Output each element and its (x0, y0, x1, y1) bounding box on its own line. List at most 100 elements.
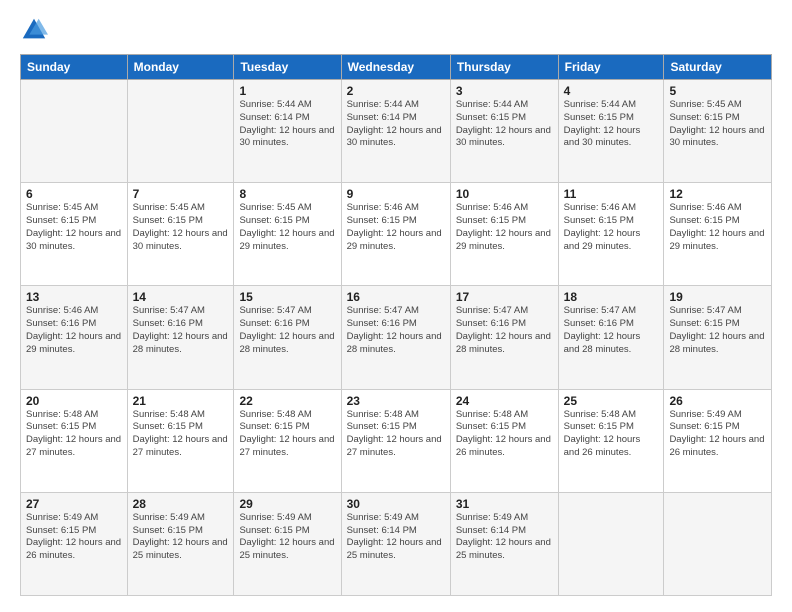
calendar-cell (558, 492, 664, 595)
calendar-cell: 27Sunrise: 5:49 AM Sunset: 6:15 PM Dayli… (21, 492, 128, 595)
calendar-cell: 2Sunrise: 5:44 AM Sunset: 6:14 PM Daylig… (341, 80, 450, 183)
calendar-body: 1Sunrise: 5:44 AM Sunset: 6:14 PM Daylig… (21, 80, 772, 596)
day-number: 9 (347, 187, 445, 201)
day-number: 28 (133, 497, 229, 511)
calendar-cell: 3Sunrise: 5:44 AM Sunset: 6:15 PM Daylig… (450, 80, 558, 183)
calendar-cell: 6Sunrise: 5:45 AM Sunset: 6:15 PM Daylig… (21, 183, 128, 286)
day-info: Sunrise: 5:45 AM Sunset: 6:15 PM Dayligh… (133, 202, 229, 253)
day-number: 8 (239, 187, 335, 201)
day-number: 16 (347, 290, 445, 304)
calendar-week-row: 20Sunrise: 5:48 AM Sunset: 6:15 PM Dayli… (21, 389, 772, 492)
days-header-row: SundayMondayTuesdayWednesdayThursdayFrid… (21, 55, 772, 80)
day-info: Sunrise: 5:46 AM Sunset: 6:15 PM Dayligh… (564, 202, 659, 253)
day-info: Sunrise: 5:49 AM Sunset: 6:14 PM Dayligh… (456, 512, 553, 563)
day-number: 3 (456, 84, 553, 98)
calendar-cell: 18Sunrise: 5:47 AM Sunset: 6:16 PM Dayli… (558, 286, 664, 389)
calendar-header: SundayMondayTuesdayWednesdayThursdayFrid… (21, 55, 772, 80)
calendar-cell: 5Sunrise: 5:45 AM Sunset: 6:15 PM Daylig… (664, 80, 772, 183)
calendar-cell: 1Sunrise: 5:44 AM Sunset: 6:14 PM Daylig… (234, 80, 341, 183)
day-header-monday: Monday (127, 55, 234, 80)
day-number: 23 (347, 394, 445, 408)
day-header-friday: Friday (558, 55, 664, 80)
day-number: 29 (239, 497, 335, 511)
day-info: Sunrise: 5:47 AM Sunset: 6:16 PM Dayligh… (239, 305, 335, 356)
calendar-cell: 22Sunrise: 5:48 AM Sunset: 6:15 PM Dayli… (234, 389, 341, 492)
calendar-cell: 7Sunrise: 5:45 AM Sunset: 6:15 PM Daylig… (127, 183, 234, 286)
calendar-cell: 12Sunrise: 5:46 AM Sunset: 6:15 PM Dayli… (664, 183, 772, 286)
logo-icon (20, 16, 48, 44)
day-number: 25 (564, 394, 659, 408)
calendar-cell: 4Sunrise: 5:44 AM Sunset: 6:15 PM Daylig… (558, 80, 664, 183)
day-header-wednesday: Wednesday (341, 55, 450, 80)
day-info: Sunrise: 5:47 AM Sunset: 6:16 PM Dayligh… (133, 305, 229, 356)
day-info: Sunrise: 5:48 AM Sunset: 6:15 PM Dayligh… (133, 409, 229, 460)
day-info: Sunrise: 5:48 AM Sunset: 6:15 PM Dayligh… (564, 409, 659, 460)
calendar-cell: 20Sunrise: 5:48 AM Sunset: 6:15 PM Dayli… (21, 389, 128, 492)
calendar-cell: 11Sunrise: 5:46 AM Sunset: 6:15 PM Dayli… (558, 183, 664, 286)
calendar-cell: 29Sunrise: 5:49 AM Sunset: 6:15 PM Dayli… (234, 492, 341, 595)
calendar-cell: 15Sunrise: 5:47 AM Sunset: 6:16 PM Dayli… (234, 286, 341, 389)
day-info: Sunrise: 5:47 AM Sunset: 6:16 PM Dayligh… (564, 305, 659, 356)
calendar-cell: 17Sunrise: 5:47 AM Sunset: 6:16 PM Dayli… (450, 286, 558, 389)
day-header-sunday: Sunday (21, 55, 128, 80)
day-number: 30 (347, 497, 445, 511)
day-info: Sunrise: 5:48 AM Sunset: 6:15 PM Dayligh… (26, 409, 122, 460)
day-info: Sunrise: 5:48 AM Sunset: 6:15 PM Dayligh… (456, 409, 553, 460)
day-number: 4 (564, 84, 659, 98)
day-info: Sunrise: 5:47 AM Sunset: 6:15 PM Dayligh… (669, 305, 766, 356)
calendar-cell: 16Sunrise: 5:47 AM Sunset: 6:16 PM Dayli… (341, 286, 450, 389)
day-number: 24 (456, 394, 553, 408)
calendar-week-row: 27Sunrise: 5:49 AM Sunset: 6:15 PM Dayli… (21, 492, 772, 595)
day-info: Sunrise: 5:46 AM Sunset: 6:15 PM Dayligh… (456, 202, 553, 253)
day-number: 2 (347, 84, 445, 98)
day-info: Sunrise: 5:49 AM Sunset: 6:15 PM Dayligh… (669, 409, 766, 460)
day-number: 14 (133, 290, 229, 304)
calendar-cell (21, 80, 128, 183)
calendar-cell: 9Sunrise: 5:46 AM Sunset: 6:15 PM Daylig… (341, 183, 450, 286)
day-info: Sunrise: 5:47 AM Sunset: 6:16 PM Dayligh… (347, 305, 445, 356)
day-number: 18 (564, 290, 659, 304)
day-info: Sunrise: 5:46 AM Sunset: 6:16 PM Dayligh… (26, 305, 122, 356)
calendar-cell: 24Sunrise: 5:48 AM Sunset: 6:15 PM Dayli… (450, 389, 558, 492)
day-info: Sunrise: 5:49 AM Sunset: 6:15 PM Dayligh… (239, 512, 335, 563)
header (20, 16, 772, 44)
day-number: 10 (456, 187, 553, 201)
calendar-cell (127, 80, 234, 183)
day-info: Sunrise: 5:49 AM Sunset: 6:14 PM Dayligh… (347, 512, 445, 563)
calendar-cell: 31Sunrise: 5:49 AM Sunset: 6:14 PM Dayli… (450, 492, 558, 595)
day-info: Sunrise: 5:45 AM Sunset: 6:15 PM Dayligh… (26, 202, 122, 253)
day-number: 26 (669, 394, 766, 408)
calendar-cell: 10Sunrise: 5:46 AM Sunset: 6:15 PM Dayli… (450, 183, 558, 286)
day-number: 31 (456, 497, 553, 511)
calendar-cell: 8Sunrise: 5:45 AM Sunset: 6:15 PM Daylig… (234, 183, 341, 286)
day-info: Sunrise: 5:49 AM Sunset: 6:15 PM Dayligh… (133, 512, 229, 563)
day-number: 20 (26, 394, 122, 408)
calendar-cell: 28Sunrise: 5:49 AM Sunset: 6:15 PM Dayli… (127, 492, 234, 595)
calendar-cell: 14Sunrise: 5:47 AM Sunset: 6:16 PM Dayli… (127, 286, 234, 389)
day-info: Sunrise: 5:44 AM Sunset: 6:15 PM Dayligh… (456, 99, 553, 150)
calendar-week-row: 13Sunrise: 5:46 AM Sunset: 6:16 PM Dayli… (21, 286, 772, 389)
logo (20, 16, 52, 44)
calendar-week-row: 6Sunrise: 5:45 AM Sunset: 6:15 PM Daylig… (21, 183, 772, 286)
calendar-cell (664, 492, 772, 595)
day-info: Sunrise: 5:47 AM Sunset: 6:16 PM Dayligh… (456, 305, 553, 356)
day-number: 15 (239, 290, 335, 304)
calendar-cell: 21Sunrise: 5:48 AM Sunset: 6:15 PM Dayli… (127, 389, 234, 492)
day-info: Sunrise: 5:48 AM Sunset: 6:15 PM Dayligh… (239, 409, 335, 460)
day-number: 13 (26, 290, 122, 304)
day-info: Sunrise: 5:48 AM Sunset: 6:15 PM Dayligh… (347, 409, 445, 460)
day-info: Sunrise: 5:44 AM Sunset: 6:14 PM Dayligh… (239, 99, 335, 150)
day-info: Sunrise: 5:46 AM Sunset: 6:15 PM Dayligh… (347, 202, 445, 253)
calendar-table: SundayMondayTuesdayWednesdayThursdayFrid… (20, 54, 772, 596)
page: SundayMondayTuesdayWednesdayThursdayFrid… (0, 0, 792, 612)
day-header-thursday: Thursday (450, 55, 558, 80)
day-number: 19 (669, 290, 766, 304)
day-info: Sunrise: 5:45 AM Sunset: 6:15 PM Dayligh… (669, 99, 766, 150)
day-info: Sunrise: 5:45 AM Sunset: 6:15 PM Dayligh… (239, 202, 335, 253)
calendar-cell: 30Sunrise: 5:49 AM Sunset: 6:14 PM Dayli… (341, 492, 450, 595)
calendar-cell: 25Sunrise: 5:48 AM Sunset: 6:15 PM Dayli… (558, 389, 664, 492)
day-number: 5 (669, 84, 766, 98)
calendar-cell: 13Sunrise: 5:46 AM Sunset: 6:16 PM Dayli… (21, 286, 128, 389)
day-number: 7 (133, 187, 229, 201)
day-info: Sunrise: 5:44 AM Sunset: 6:15 PM Dayligh… (564, 99, 659, 150)
